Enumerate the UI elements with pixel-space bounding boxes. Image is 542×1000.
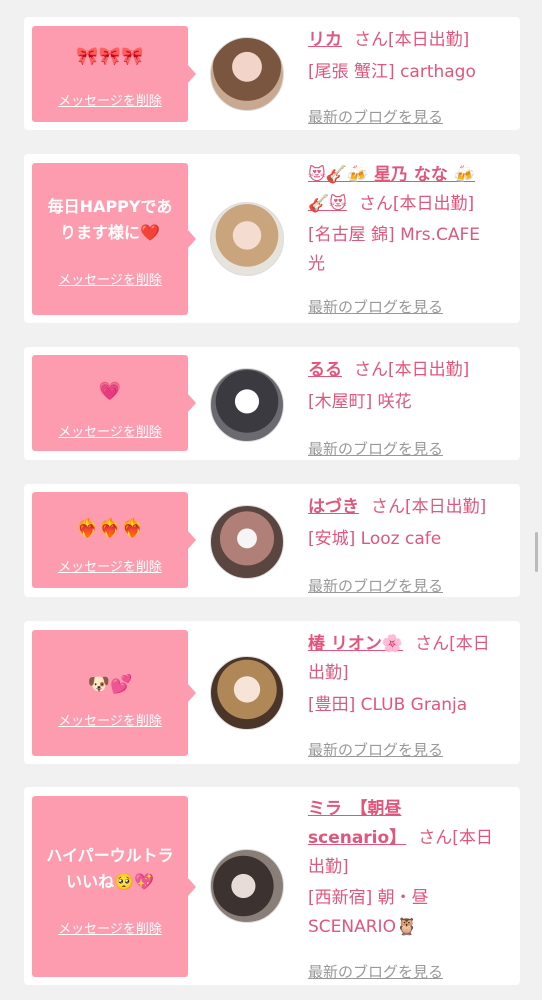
shop-info: [木屋町] 咲花	[308, 392, 412, 412]
avatar[interactable]	[210, 656, 284, 730]
message-text-line2: いいね🥺💖	[66, 872, 154, 891]
cast-info: はづき さん[本日出勤] [安城] Looz cafe 最新のブログを見る	[308, 493, 512, 595]
cast-name-link[interactable]: ミラ 【朝昼	[308, 799, 402, 819]
cast-name-link[interactable]: るる	[308, 360, 342, 380]
message-bubble: ハイパーウルトラ いいね🥺💖 メッセージを削除	[32, 796, 196, 977]
cast-info: リカ さん[本日出勤] [尾張 蟹江] carthago 最新のブログを見る	[308, 26, 512, 126]
message-bubble: ❤️‍🔥❤️‍🔥❤️‍🔥 メッセージを削除	[32, 492, 196, 588]
message-bubble: 🐶💕 メッセージを削除	[32, 630, 196, 756]
message-text: ❤️‍🔥❤️‍🔥❤️‍🔥	[76, 518, 144, 539]
message-bubble: 毎日HAPPYであ ります様に❤️ メッセージを削除	[32, 163, 196, 315]
message-card: ❤️‍🔥❤️‍🔥❤️‍🔥 メッセージを削除 はづき さん[本日出勤] [安城] L…	[24, 484, 520, 597]
latest-blog-link[interactable]: 最新のブログを見る	[308, 736, 443, 765]
message-card: 毎日HAPPYであ ります様に❤️ メッセージを削除 😻🎸🍻 星乃 なな 🍻 🎸…	[24, 154, 520, 323]
scrollbar[interactable]	[535, 532, 538, 572]
avatar[interactable]	[210, 368, 284, 442]
shop-info: [尾張 蟹江] carthago	[308, 62, 476, 82]
shop-info-line1: [西新宿] 朝・昼	[308, 888, 429, 908]
delete-message-link[interactable]: メッセージを削除	[32, 269, 188, 288]
delete-message-link[interactable]: メッセージを削除	[32, 556, 188, 575]
message-card: 🐶💕 メッセージを削除 椿 リオン🌸 さん[本日 出勤] [豊田] CLUB Gr…	[24, 621, 520, 764]
attendance-status: さん[本日	[415, 634, 490, 654]
delete-message-link[interactable]: メッセージを削除	[32, 421, 188, 440]
delete-message-link[interactable]: メッセージを削除	[32, 710, 188, 729]
delete-message-link[interactable]: メッセージを削除	[32, 90, 188, 109]
cast-name-link[interactable]: はづき	[308, 497, 359, 517]
attendance-status: さん[本日出勤]	[358, 194, 475, 214]
shop-info: [安城] Looz cafe	[308, 529, 442, 549]
message-text-line2: ります様に❤️	[60, 223, 160, 242]
latest-blog-link[interactable]: 最新のブログを見る	[308, 435, 443, 464]
attendance-status-line2: 出勤]	[308, 663, 349, 683]
cast-name-link[interactable]: 😻🎸🍻 星乃 なな 🍻	[308, 165, 475, 185]
shop-info: [豊田] CLUB Granja	[308, 695, 468, 715]
cast-info: 椿 リオン🌸 さん[本日 出勤] [豊田] CLUB Granja 最新のブログを…	[308, 630, 512, 759]
shop-info-line1: [名古屋 錦] Mrs.CAFE	[308, 225, 481, 245]
avatar[interactable]	[210, 849, 284, 923]
latest-blog-link[interactable]: 最新のブログを見る	[308, 572, 443, 601]
attendance-status: さん[本日	[418, 828, 493, 848]
latest-blog-link[interactable]: 最新のブログを見る	[308, 293, 443, 322]
shop-info-line2: SCENARIO🦉	[308, 917, 418, 937]
shop-info-line2: 光	[308, 254, 325, 274]
message-bubble: 🎀🎀🎀 メッセージを削除	[32, 26, 196, 122]
latest-blog-link[interactable]: 最新のブログを見る	[308, 103, 443, 132]
cast-info: ミラ 【朝昼 scenario】 さん[本日 出勤] [西新宿] 朝・昼 SCEN…	[308, 795, 512, 981]
message-text: 🐶💕	[87, 674, 133, 695]
cast-name-link-line2[interactable]: 🎸😻	[308, 194, 347, 214]
avatar[interactable]	[210, 202, 284, 276]
attendance-status: さん[本日出勤]	[354, 30, 470, 50]
attendance-status: さん[本日出勤]	[354, 360, 470, 380]
cast-name-link[interactable]: 椿 リオン🌸	[308, 634, 403, 654]
message-card: ハイパーウルトラ いいね🥺💖 メッセージを削除 ミラ 【朝昼 scenario】…	[24, 787, 520, 985]
message-card: 🎀🎀🎀 メッセージを削除 リカ さん[本日出勤] [尾張 蟹江] carthago…	[24, 17, 520, 130]
cast-info: るる さん[本日出勤] [木屋町] 咲花 最新のブログを見る	[308, 356, 512, 458]
attendance-status-line2: 出勤]	[308, 857, 349, 877]
message-text-line1: 毎日HAPPYであ	[47, 197, 173, 216]
message-card: 💗 メッセージを削除 るる さん[本日出勤] [木屋町] 咲花 最新のブログを見る	[24, 347, 520, 460]
cast-name-link[interactable]: リカ	[308, 30, 342, 50]
cast-name-link-line2[interactable]: scenario】	[308, 828, 406, 848]
avatar[interactable]	[210, 505, 284, 579]
attendance-status: さん[本日出勤]	[371, 497, 487, 517]
latest-blog-link[interactable]: 最新のブログを見る	[308, 958, 443, 987]
message-text-line1: ハイパーウルトラ	[46, 846, 174, 865]
message-bubble: 💗 メッセージを削除	[32, 355, 196, 451]
message-text: 🎀🎀🎀	[76, 46, 144, 67]
cast-info: 😻🎸🍻 星乃 なな 🍻 🎸😻 さん[本日出勤] [名古屋 錦] Mrs.CAFE …	[308, 161, 512, 316]
message-text: 💗	[98, 381, 122, 402]
delete-message-link[interactable]: メッセージを削除	[32, 918, 188, 937]
avatar[interactable]	[210, 37, 284, 111]
